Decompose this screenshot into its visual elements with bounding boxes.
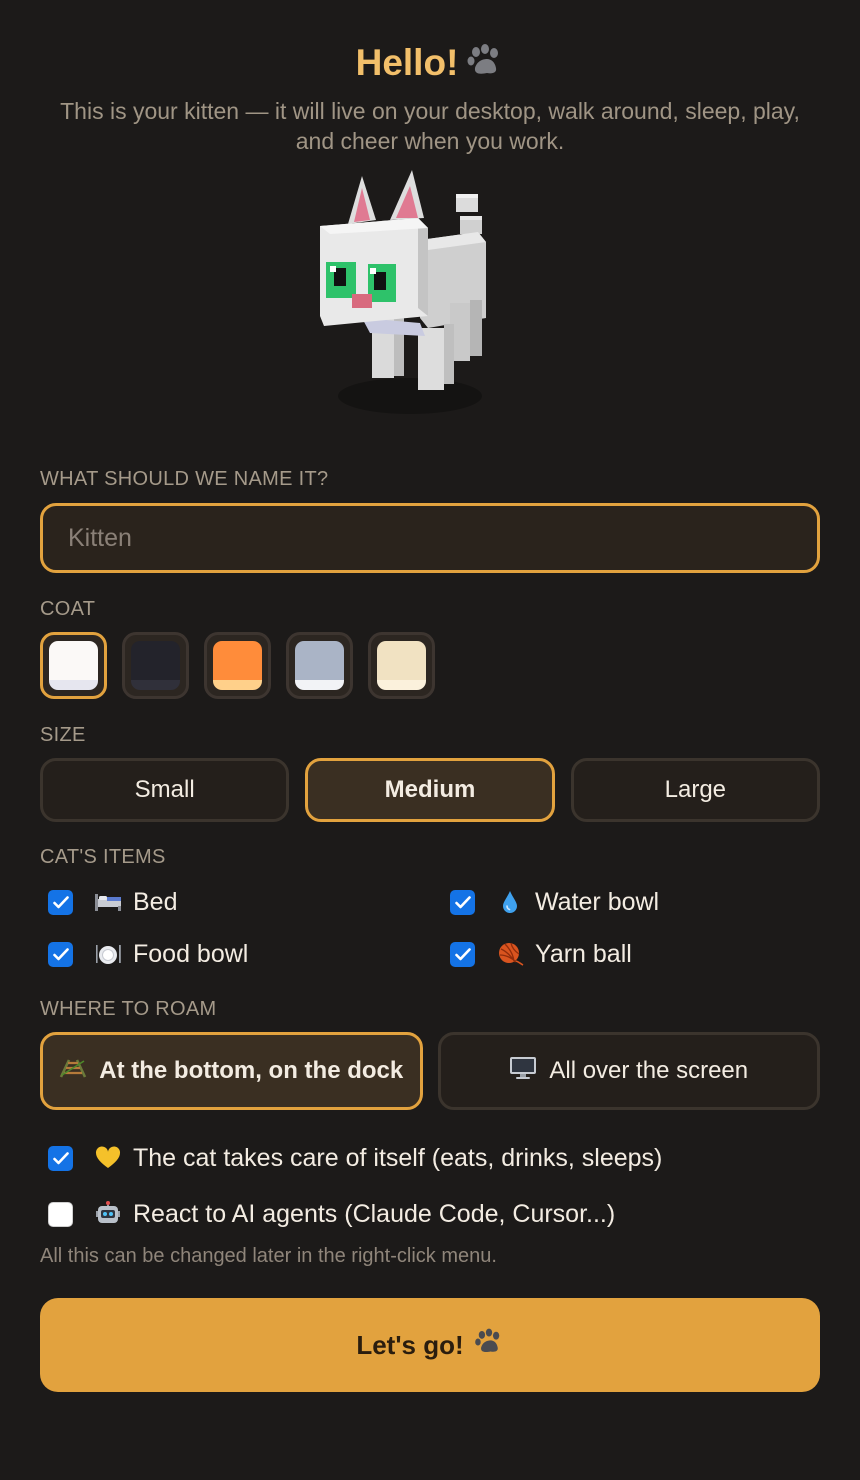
coat-color-chip (131, 641, 180, 690)
item-bed[interactable]: Bed (40, 884, 177, 920)
water-bowl-label: Water bowl (535, 887, 660, 916)
coat-color-chip (213, 641, 262, 690)
coat-swatch[interactable] (368, 632, 435, 699)
coat-color-chip (377, 641, 426, 690)
self-care-option[interactable]: The cat takes care of itself (eats, drin… (40, 1140, 662, 1176)
roam-section-label: WHERE TO ROAM (40, 998, 217, 1020)
coat-section-label: COAT (40, 598, 96, 620)
size-large-button[interactable]: Large (570, 758, 820, 822)
droplet-icon (495, 889, 525, 915)
settings-hint: All this can be changed later in the rig… (40, 1245, 497, 1267)
lets-go-button[interactable]: Let's go! (40, 1298, 820, 1392)
roam-dock-label: At the bottom, on the dock (99, 1057, 404, 1084)
paw-icon (474, 1328, 504, 1363)
plate-icon (93, 942, 123, 966)
bed-checkbox[interactable] (48, 889, 73, 915)
ai-agents-option[interactable]: React to AI agents (Claude Code, Cursor.… (40, 1196, 615, 1232)
food-bowl-label: Food bowl (133, 939, 249, 968)
items-section-label: CAT'S ITEMS (40, 846, 166, 868)
robot-icon (93, 1201, 123, 1227)
coat-swatches (40, 632, 435, 699)
coat-swatch[interactable] (122, 632, 189, 699)
ai-agents-checkbox[interactable] (48, 1201, 73, 1227)
subtitle: This is your kitten — it will live on yo… (60, 98, 800, 154)
size-medium-button[interactable]: Medium (305, 758, 555, 822)
item-food-bowl[interactable]: Food bowl (40, 936, 248, 972)
name-section-label: WHAT SHOULD WE NAME IT? (40, 468, 329, 490)
roam-screen-label: All over the screen (549, 1057, 749, 1084)
size-selector: Small Medium Large (40, 758, 820, 822)
food-bowl-checkbox[interactable] (48, 941, 73, 967)
paw-icon (466, 43, 504, 89)
kitten-preview-image (300, 168, 520, 430)
item-water-bowl[interactable]: Water bowl (442, 884, 659, 920)
desktop-icon (509, 1056, 537, 1087)
self-care-label: The cat takes care of itself (eats, drin… (133, 1143, 663, 1172)
coat-color-chip (49, 641, 98, 690)
bed-label: Bed (133, 887, 178, 916)
coat-swatch[interactable] (40, 632, 107, 699)
coat-swatch[interactable] (286, 632, 353, 699)
coat-color-chip (295, 641, 344, 690)
bed-icon (93, 891, 123, 913)
ai-agents-label: React to AI agents (Claude Code, Cursor.… (133, 1199, 616, 1228)
yarn-icon (495, 941, 525, 967)
size-section-label: SIZE (40, 724, 86, 746)
title-text: Hello! (355, 42, 459, 83)
roam-selector: At the bottom, on the dock All over the … (40, 1032, 820, 1110)
self-care-checkbox[interactable] (48, 1145, 73, 1171)
railway-icon (59, 1057, 87, 1086)
page-title: Hello! (0, 40, 860, 89)
roam-screen-button[interactable]: All over the screen (437, 1032, 820, 1110)
lets-go-label: Let's go! (356, 1329, 464, 1360)
size-small-button[interactable]: Small (40, 758, 290, 822)
coat-swatch[interactable] (204, 632, 271, 699)
yarn-ball-label: Yarn ball (535, 939, 632, 968)
water-bowl-checkbox[interactable] (450, 889, 475, 915)
name-input[interactable] (40, 503, 820, 573)
item-yarn-ball[interactable]: Yarn ball (442, 936, 632, 972)
yarn-ball-checkbox[interactable] (450, 941, 475, 967)
roam-dock-button[interactable]: At the bottom, on the dock (40, 1032, 423, 1110)
yellow-heart-icon (93, 1146, 123, 1170)
